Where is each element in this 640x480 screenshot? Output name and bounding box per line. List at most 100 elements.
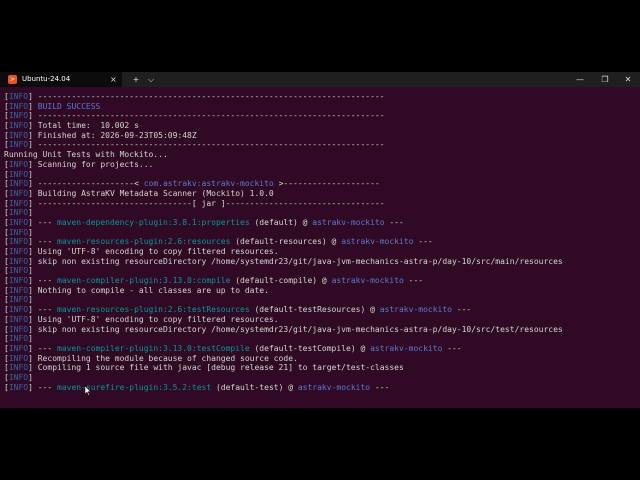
info-tag: INFO: [8, 314, 29, 324]
artifact-name: astrakv-mockito: [379, 305, 452, 315]
terminal-line: [INFO]: [4, 266, 640, 276]
terminal-line: [INFO] BUILD SUCCESS: [4, 102, 640, 112]
artifact-name: astrakv-mockito: [341, 237, 414, 247]
info-tag: INFO: [8, 188, 29, 198]
terminal-line: [INFO] ---------------------------------…: [4, 111, 640, 121]
terminal-output[interactable]: [INFO] ---------------------------------…: [4, 92, 640, 392]
plugin-name: maven-compiler-plugin:3.13.0:testCompile: [57, 343, 250, 353]
artifact-name: com.astrakv:astrakv-mockito: [143, 179, 274, 189]
artifact-name: astrakv-mockito: [297, 382, 371, 392]
line-text: ---: [370, 382, 390, 392]
info-tag: INFO: [8, 276, 29, 286]
bracket-close: ]: [28, 372, 33, 382]
terminal-line: [INFO] --- maven-dependency-plugin:3.8.1…: [4, 218, 640, 228]
plugin-name: maven-dependency-plugin:3.8.1:properties: [57, 217, 250, 227]
line-text: ---: [403, 276, 424, 286]
line-text: (default-testCompile) @: [249, 343, 371, 353]
terminal-line: [INFO]: [4, 228, 640, 238]
terminal-line: [INFO] Nothing to compile - all classes …: [4, 286, 640, 296]
terminal-line: [INFO] --------------------------------[…: [4, 199, 640, 209]
terminal-line: [INFO] --- maven-resources-plugin:2.6:te…: [4, 305, 640, 315]
plugin-name: maven-surefire-plugin:3.5.2:test: [57, 382, 212, 392]
line-text: Nothing to compile - all classes are up …: [32, 285, 269, 295]
terminal-line: [INFO] skip non existing resourceDirecto…: [4, 325, 640, 335]
terminal-line: [INFO] --------------------< com.astrakv…: [4, 179, 640, 189]
terminal-line: [INFO] Using 'UTF-8' encoding to copy fi…: [4, 315, 640, 325]
line-text: ---: [442, 343, 462, 353]
terminal-line: [INFO] Recompiling the module because of…: [4, 354, 640, 364]
artifact-name: astrakv-mockito: [312, 217, 385, 227]
info-tag: INFO: [8, 295, 29, 305]
terminal-line: [INFO] --- maven-compiler-plugin:3.13.0:…: [4, 344, 640, 354]
close-window-button[interactable]: ✕: [616, 72, 640, 87]
line-text: Finished at: 2026-09-23T05:09:48Z: [32, 130, 197, 140]
line-text: skip non existing resourceDirectory /hom…: [32, 324, 563, 334]
tab-title: Ubuntu-24.04: [22, 75, 71, 83]
tab-ubuntu[interactable]: > Ubuntu-24.04 ×: [0, 72, 122, 87]
terminal-line: [INFO] ---------------------------------…: [4, 92, 640, 102]
info-tag: INFO: [8, 140, 29, 150]
terminal-line: Running Unit Tests with Mockito...: [4, 150, 640, 160]
new-tab-button[interactable]: +: [130, 73, 142, 86]
info-tag: INFO: [8, 92, 29, 101]
line-text: ---: [32, 276, 58, 286]
line-text: skip non existing resourceDirectory /hom…: [32, 256, 563, 266]
info-tag: INFO: [8, 198, 29, 208]
line-text: Building AstraKV Metadata Scanner (Mocki…: [32, 188, 274, 198]
minimize-button[interactable]: —: [568, 72, 592, 87]
terminal-window: > Ubuntu-24.04 × + ⌵ — ❐ ✕ [INFO] ------…: [0, 72, 640, 408]
bracket-close: ]: [28, 334, 33, 344]
info-tag: INFO: [8, 372, 29, 382]
line-text: ---: [32, 237, 58, 247]
title-bar: > Ubuntu-24.04 × + ⌵ — ❐ ✕: [0, 72, 640, 87]
plugin-name: maven-resources-plugin:2.6:testResources: [57, 305, 250, 315]
tab-close-icon[interactable]: ×: [110, 74, 117, 85]
info-tag: INFO: [8, 285, 29, 295]
info-tag: INFO: [8, 121, 29, 131]
info-tag: INFO: [8, 256, 29, 266]
terminal-line: [INFO] skip non existing resourceDirecto…: [4, 257, 640, 267]
line-text: Total time: 10.002 s: [32, 121, 139, 131]
line-text: ---: [413, 237, 433, 247]
info-tag: INFO: [8, 353, 29, 363]
terminal-line: [INFO] ---------------------------------…: [4, 140, 640, 150]
artifact-name: BUILD SUCCESS: [37, 101, 101, 111]
terminal-line: [INFO] Using 'UTF-8' encoding to copy fi…: [4, 247, 640, 257]
artifact-name: astrakv-mockito: [331, 276, 404, 286]
info-tag: INFO: [8, 111, 29, 121]
bracket-close: ]: [28, 266, 33, 276]
info-tag: INFO: [8, 130, 29, 140]
terminal-line: [INFO] Scanning for projects...: [4, 160, 640, 170]
info-tag: INFO: [8, 266, 29, 276]
maximize-button[interactable]: ❐: [593, 72, 617, 87]
line-text: (default-resources) @: [230, 237, 342, 247]
line-text: ---: [451, 305, 472, 315]
info-tag: INFO: [8, 217, 29, 227]
line-text: (default) @: [249, 217, 313, 227]
line-text: --------------------<: [32, 179, 144, 189]
mouse-pointer-icon: [85, 386, 91, 396]
line-text: ----------------------------------------…: [32, 140, 385, 150]
terminal-line: [INFO] --- maven-compiler-plugin:3.13.0:…: [4, 276, 640, 286]
line-text: Recompiling the module because of change…: [32, 353, 298, 363]
terminal-line: [INFO]: [4, 334, 640, 344]
bracket-close: ]: [28, 208, 33, 218]
line-text: Using 'UTF-8' encoding to copy filtered …: [32, 314, 279, 324]
info-tag: INFO: [8, 382, 29, 392]
line-text: ---: [32, 305, 58, 315]
terminal-line: [INFO]: [4, 208, 640, 218]
line-text: ---: [32, 343, 58, 353]
line-text: --------------------------------[ jar ]-…: [32, 198, 385, 208]
bracket-close: ]: [28, 169, 33, 179]
info-tag: INFO: [8, 227, 29, 237]
terminal-line: [INFO] --- maven-resources-plugin:2.6:re…: [4, 237, 640, 247]
terminal-line: [INFO] Building AstraKV Metadata Scanner…: [4, 189, 640, 199]
line-text: (default-compile) @: [230, 276, 332, 286]
line-text: Running Unit Tests with Mockito...: [4, 150, 168, 160]
terminal-line: [INFO] Compiling 1 source file with java…: [4, 363, 640, 373]
terminal-line: [INFO] Total time: 10.002 s: [4, 121, 640, 131]
plugin-name: maven-compiler-plugin:3.13.0:compile: [57, 276, 231, 286]
info-tag: INFO: [8, 334, 29, 344]
tab-dropdown-icon[interactable]: ⌵: [145, 73, 157, 86]
plugin-name: maven-resources-plugin:2.6:resources: [57, 237, 231, 247]
